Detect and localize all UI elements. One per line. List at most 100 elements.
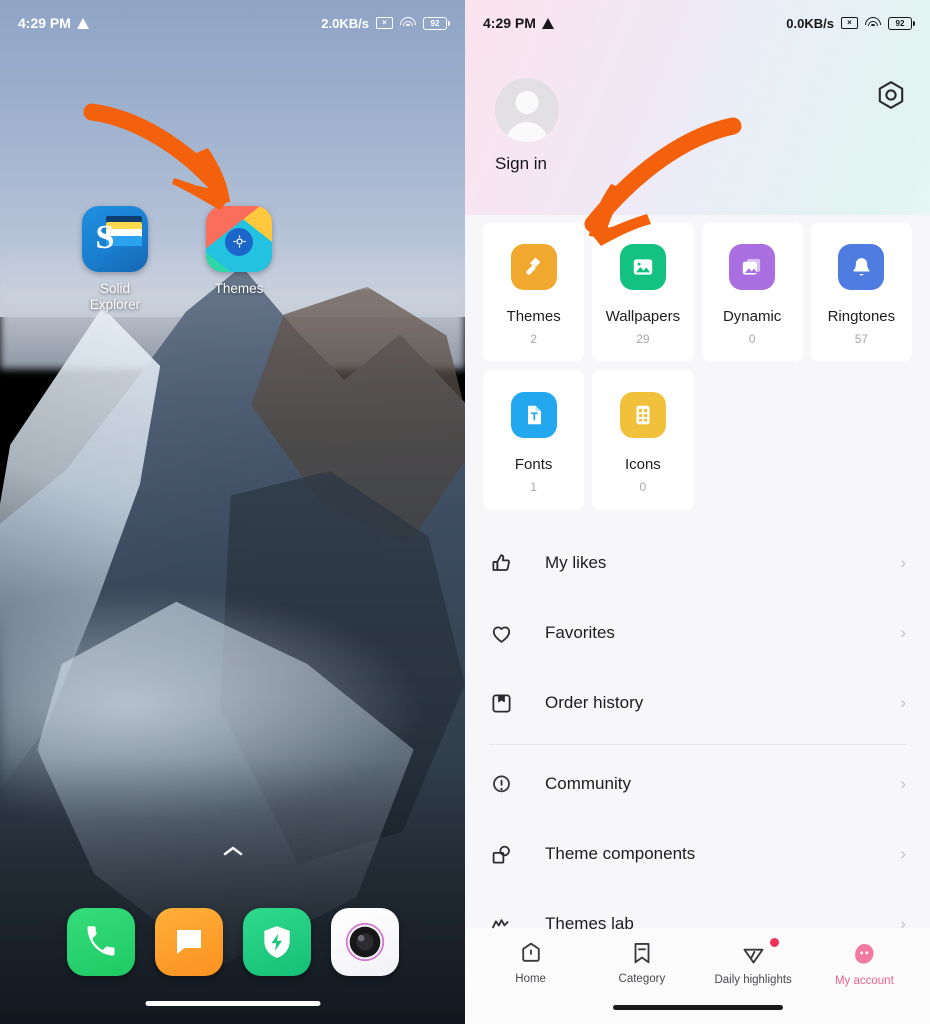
list-item-label: Order history [545, 693, 644, 712]
app-drawer-chevron-up-icon[interactable] [222, 844, 244, 862]
category-grid: Themes 2 Wallpapers 29 Dynamic 0 Rington… [465, 222, 930, 518]
bell-icon [838, 244, 885, 290]
chevron-right-icon: › [900, 693, 906, 712]
camera-icon[interactable] [330, 908, 399, 976]
dynamic-wallpaper-icon [729, 244, 776, 290]
list-item-community[interactable]: Community › [489, 749, 906, 819]
solid-s-glyph: S [95, 219, 115, 256]
category-tile-label: Wallpapers [605, 308, 681, 325]
battery-level: 92 [430, 18, 440, 28]
sign-in-label[interactable]: Sign in [495, 154, 559, 174]
account-header[interactable]: Sign in [495, 78, 559, 174]
battery-icon: 92 [888, 16, 915, 30]
home-indicator-bar[interactable] [612, 1005, 783, 1010]
chevron-right-icon: › [900, 844, 906, 863]
avatar[interactable] [495, 78, 559, 142]
category-tile-ringtones[interactable]: Ringtones 57 [810, 222, 912, 362]
category-tile-label: Fonts [514, 456, 553, 473]
category-grid-spacer [811, 370, 912, 510]
network-speed: 0.0KB/s [786, 15, 834, 31]
settings-gear-icon[interactable] [876, 80, 906, 117]
category-tile-themes[interactable]: Themes 2 [483, 222, 585, 362]
category-tile-count: 0 [639, 480, 647, 494]
category-tile-label: Ringtones [827, 308, 896, 325]
security-icon[interactable] [242, 908, 311, 976]
status-bar-right: 0.0KB/s × 92 [786, 15, 915, 31]
home-app-grid: S Solid Explorer Themes [0, 206, 465, 313]
nav-label: Home [515, 973, 546, 985]
home-dock [0, 908, 465, 976]
status-bar-right: 2.0KB/s × 92 [321, 15, 450, 31]
themes-roller-icon [510, 244, 557, 290]
status-bar: 4:29 PM 0.0KB/s × 92 [465, 0, 930, 46]
wallpaper-bottom-shade [0, 757, 465, 1024]
wallpaper-icon [619, 244, 666, 290]
category-tile-label: Dynamic [722, 308, 782, 325]
status-bar: 4:29 PM 2.0KB/s × 92 [0, 0, 465, 46]
app-solid-explorer[interactable]: S Solid Explorer [76, 206, 154, 313]
phone-icon[interactable] [66, 908, 135, 976]
list-item-label: Favorites [545, 623, 615, 642]
status-bar-left: 4:29 PM [483, 15, 554, 31]
app-label-solid-explorer: Solid Explorer [90, 281, 140, 313]
category-tile-label: Themes [506, 308, 561, 325]
no-sim-icon: × [376, 17, 393, 29]
category-tile-wallpapers[interactable]: Wallpapers 29 [592, 222, 694, 362]
battery-level: 92 [895, 18, 905, 28]
list-item-favorites[interactable]: Favorites › [489, 598, 906, 668]
warning-triangle-icon [541, 17, 554, 29]
nav-label: My account [834, 975, 894, 987]
list-item-themes-lab[interactable]: Themes lab › [489, 889, 906, 959]
warning-triangle-icon [76, 17, 89, 29]
app-label-line2: Explorer [89, 296, 141, 312]
app-label-themes: Themes [214, 281, 264, 296]
wifi-icon [865, 17, 881, 29]
list-item-label: Themes lab [545, 914, 634, 933]
chevron-right-icon: › [900, 623, 906, 642]
themes-icon-badge [225, 227, 253, 256]
list-item-order-history[interactable]: Order history › [489, 668, 906, 738]
account-menu-list: My likes › Favorites › Order history › C… [465, 528, 930, 959]
clock: 4:29 PM [483, 15, 536, 31]
theme-components-icon [489, 842, 523, 867]
community-icon [489, 772, 523, 797]
list-item-label: Theme components [545, 844, 696, 863]
category-grid-spacer [702, 370, 803, 510]
font-file-icon [510, 392, 557, 438]
no-sim-glyph: × [382, 18, 387, 27]
chevron-right-icon: › [900, 774, 906, 793]
app-themes[interactable]: Themes [200, 206, 278, 313]
nav-label: Category [618, 973, 666, 985]
category-tile-fonts[interactable]: Fonts 1 [483, 370, 585, 510]
list-item-my-likes[interactable]: My likes › [489, 528, 906, 598]
category-tile-count: 1 [530, 480, 537, 494]
android-home-screen: 4:29 PM 2.0KB/s × 92 S Solid Explorer Th… [0, 0, 465, 1024]
thumbs-up-icon [489, 551, 523, 576]
category-tile-label: Icons [624, 456, 661, 473]
status-bar-left: 4:29 PM [18, 15, 89, 31]
no-sim-glyph: × [847, 18, 852, 27]
messages-icon[interactable] [154, 908, 223, 976]
screenshot-root: 4:29 PM 2.0KB/s × 92 S Solid Explorer Th… [0, 0, 930, 1024]
themes-lab-icon [489, 912, 523, 937]
list-item-theme-components[interactable]: Theme components › [489, 819, 906, 889]
category-grid-row-2: Fonts 1 Icons 0 [483, 370, 912, 510]
category-tile-count: 2 [530, 332, 537, 346]
category-tile-dynamic[interactable]: Dynamic 0 [701, 222, 803, 362]
list-item-label: Community [545, 774, 631, 793]
network-speed: 2.0KB/s [321, 15, 369, 31]
themes-app-screen: 4:29 PM 0.0KB/s × 92 Sign in Themes 2 Wa… [465, 0, 930, 1024]
wifi-icon [400, 17, 416, 29]
avatar-body [506, 122, 548, 142]
no-sim-icon: × [841, 17, 858, 29]
category-tile-count: 29 [636, 332, 650, 346]
category-tile-count: 57 [854, 332, 869, 346]
category-tile-count: 0 [748, 332, 756, 346]
chevron-right-icon: › [900, 553, 906, 572]
category-tile-icons[interactable]: Icons 0 [592, 370, 694, 510]
bookmark-icon [489, 691, 523, 716]
icons-pack-icon [619, 392, 666, 438]
avatar-head [515, 91, 539, 114]
wallpaper-mountain [0, 0, 465, 1024]
home-indicator-bar[interactable] [145, 1001, 320, 1006]
